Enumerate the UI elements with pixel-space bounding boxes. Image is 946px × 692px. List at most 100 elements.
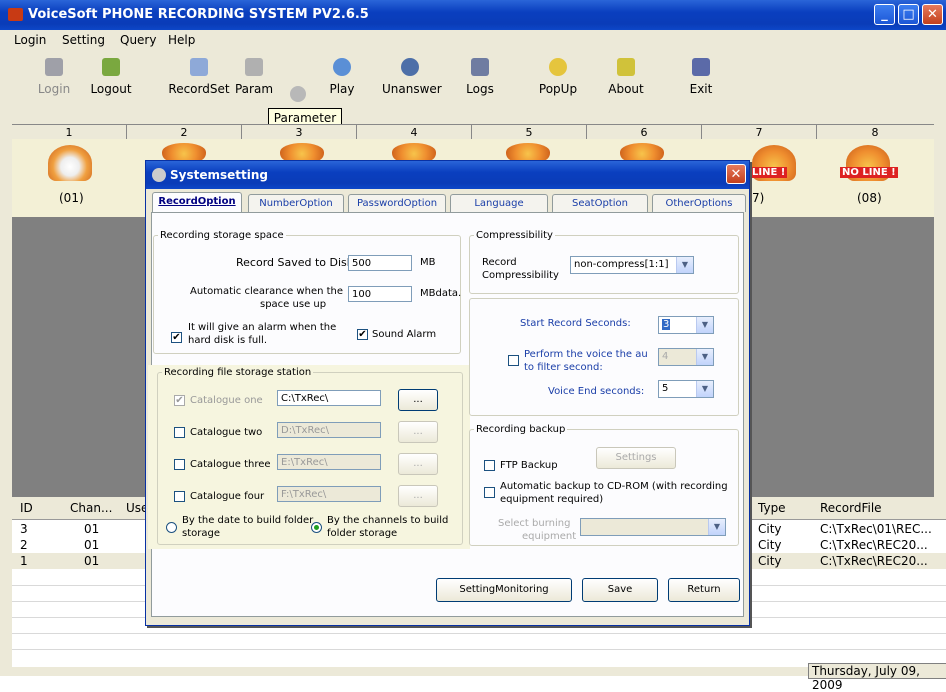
menu-login[interactable]: Login (14, 33, 46, 47)
channel-header-cell: 8 (871, 126, 879, 139)
popup-button[interactable]: PopUp (536, 54, 580, 106)
channel-header: 1 2 3 4 5 6 7 8 (12, 124, 934, 140)
compress-label: Record (482, 257, 517, 268)
cdrom-backup-checkbox[interactable] (484, 487, 495, 498)
voice-end-label: Voice End seconds: (548, 386, 645, 397)
catalogue-label: Catalogue three (190, 459, 271, 470)
alarm-label: hard disk is full. (188, 335, 267, 346)
return-button[interactable]: Return (668, 578, 740, 602)
channel-header-cell: 4 (357, 125, 472, 140)
gear-icon (245, 58, 263, 76)
compressibility-select[interactable]: non-compress[1:1] ▼ (570, 256, 694, 274)
grid-line (12, 633, 946, 634)
channel-label: 7) (752, 191, 765, 205)
minimize-button[interactable]: _ (874, 4, 895, 25)
burning-equipment-select[interactable]: ▼ (580, 518, 726, 536)
chevron-down-icon: ▼ (696, 317, 713, 333)
menu-query[interactable]: Query (120, 33, 156, 47)
column-header[interactable]: RecordFile (820, 501, 882, 515)
menu-setting[interactable]: Setting (62, 33, 105, 47)
dialog-title: Systemsetting (170, 168, 268, 182)
save-to-disk-input[interactable]: 500 (348, 255, 412, 271)
voice-end-select[interactable]: 5 ▼ (658, 380, 714, 398)
settings-button[interactable]: Settings (596, 447, 676, 469)
magnifier-icon (333, 58, 351, 76)
group-legend: Recording file storage station (164, 367, 312, 378)
filter-voice-checkbox[interactable] (508, 355, 519, 366)
phone-icon[interactable] (162, 143, 206, 161)
window-title: VoiceSoft PHONE RECORDING SYSTEM PV2.6.5 (28, 7, 369, 22)
setting-monitoring-button[interactable]: SettingMonitoring (436, 578, 572, 602)
alarm-label: It will give an alarm when the (188, 322, 337, 333)
logout-icon (102, 58, 120, 76)
maximize-button[interactable]: □ (898, 4, 919, 25)
catalogue-four-checkbox[interactable] (174, 491, 185, 502)
phone-icon[interactable] (392, 143, 436, 161)
catalogue-one-path[interactable]: C:\TxRec\ (277, 390, 381, 406)
play-button[interactable]: Play (322, 54, 362, 106)
recordset-button[interactable]: RecordSet (168, 54, 230, 106)
logout-button[interactable]: Logout (88, 54, 134, 106)
exit-button[interactable]: Exit (686, 54, 716, 106)
no-line-badge: NO LINE ! (840, 167, 898, 178)
channel-header-cell: 5 (472, 125, 587, 140)
gear-icon (152, 168, 166, 182)
catalogue-four-path[interactable]: F:\TxRec\ (277, 486, 381, 502)
column-header[interactable]: Type (758, 501, 786, 515)
catalogue-three-path[interactable]: E:\TxRec\ (277, 454, 381, 470)
column-header[interactable]: ID (20, 501, 33, 515)
unanswer-button[interactable]: Unanswer (382, 54, 442, 106)
phone-icon[interactable] (280, 143, 324, 161)
dialog-close-button[interactable]: ✕ (726, 164, 746, 184)
group-legend: Recording storage space (160, 230, 284, 241)
user-icon (45, 58, 63, 76)
column-header[interactable]: Chan... (70, 501, 112, 515)
menu-bar: Login Setting Query Help (0, 30, 946, 50)
close-button[interactable]: ✕ (922, 4, 943, 25)
param-button[interactable]: Param (234, 54, 274, 106)
catalogue-one-checkbox[interactable]: ✔ (174, 395, 185, 406)
by-date-radio[interactable] (166, 522, 177, 533)
filter-voice-label: Perform the voice the au (524, 349, 648, 360)
notepad-icon (471, 58, 489, 76)
alarm-checkbox[interactable]: ✔ (171, 332, 182, 343)
tab-language[interactable]: Language (450, 194, 548, 212)
phone-icon[interactable] (48, 145, 92, 181)
clearance-input[interactable]: 100 (348, 286, 412, 302)
browse-button[interactable]: ... (398, 453, 438, 475)
tab-recordoption[interactable]: RecordOption (152, 192, 242, 213)
title-bar[interactable]: VoiceSoft PHONE RECORDING SYSTEM PV2.6.5… (0, 0, 946, 30)
channel-header-cell: 1 (12, 125, 127, 140)
logs-button[interactable]: Logs (464, 54, 496, 106)
browse-button[interactable]: ... (398, 421, 438, 443)
catalogue-three-checkbox[interactable] (174, 459, 185, 470)
tab-passwordoption[interactable]: PasswordOption (348, 194, 446, 212)
phone-icon[interactable] (620, 143, 664, 161)
save-to-disk-label: Record Saved to Disk (236, 256, 354, 269)
phone-icon[interactable] (506, 143, 550, 161)
save-button[interactable]: Save (582, 578, 658, 602)
browse-button[interactable]: ... (398, 389, 438, 411)
catalogue-two-path[interactable]: D:\TxRec\ (277, 422, 381, 438)
tab-numberoption[interactable]: NumberOption (248, 194, 344, 212)
channel-header-cell: 3 (242, 125, 357, 140)
tab-seatoption[interactable]: SeatOption (552, 194, 648, 212)
compress-label: Compressibility (482, 270, 559, 281)
menu-help[interactable]: Help (168, 33, 195, 47)
login-button[interactable]: Login (34, 54, 74, 106)
unit-label: MB (420, 257, 436, 268)
ftp-backup-checkbox[interactable] (484, 460, 495, 471)
channel-header-cell: 7 (702, 125, 817, 140)
tab-otheroptions[interactable]: OtherOptions (652, 194, 746, 212)
channel-header-cell: 6 (587, 125, 702, 140)
start-record-select[interactable]: 3 ▼ (658, 316, 714, 334)
filter-voice-select[interactable]: 4 ▼ (658, 348, 714, 366)
catalogue-two-checkbox[interactable] (174, 427, 185, 438)
dialog-title-bar[interactable]: Systemsetting ✕ (146, 161, 749, 189)
main-window: VoiceSoft PHONE RECORDING SYSTEM PV2.6.5… (0, 0, 946, 692)
sound-alarm-checkbox[interactable]: ✔ (357, 329, 368, 340)
by-channel-radio[interactable] (311, 522, 322, 533)
browse-button[interactable]: ... (398, 485, 438, 507)
chevron-down-icon: ▼ (676, 257, 693, 273)
about-button[interactable]: About (606, 54, 646, 106)
